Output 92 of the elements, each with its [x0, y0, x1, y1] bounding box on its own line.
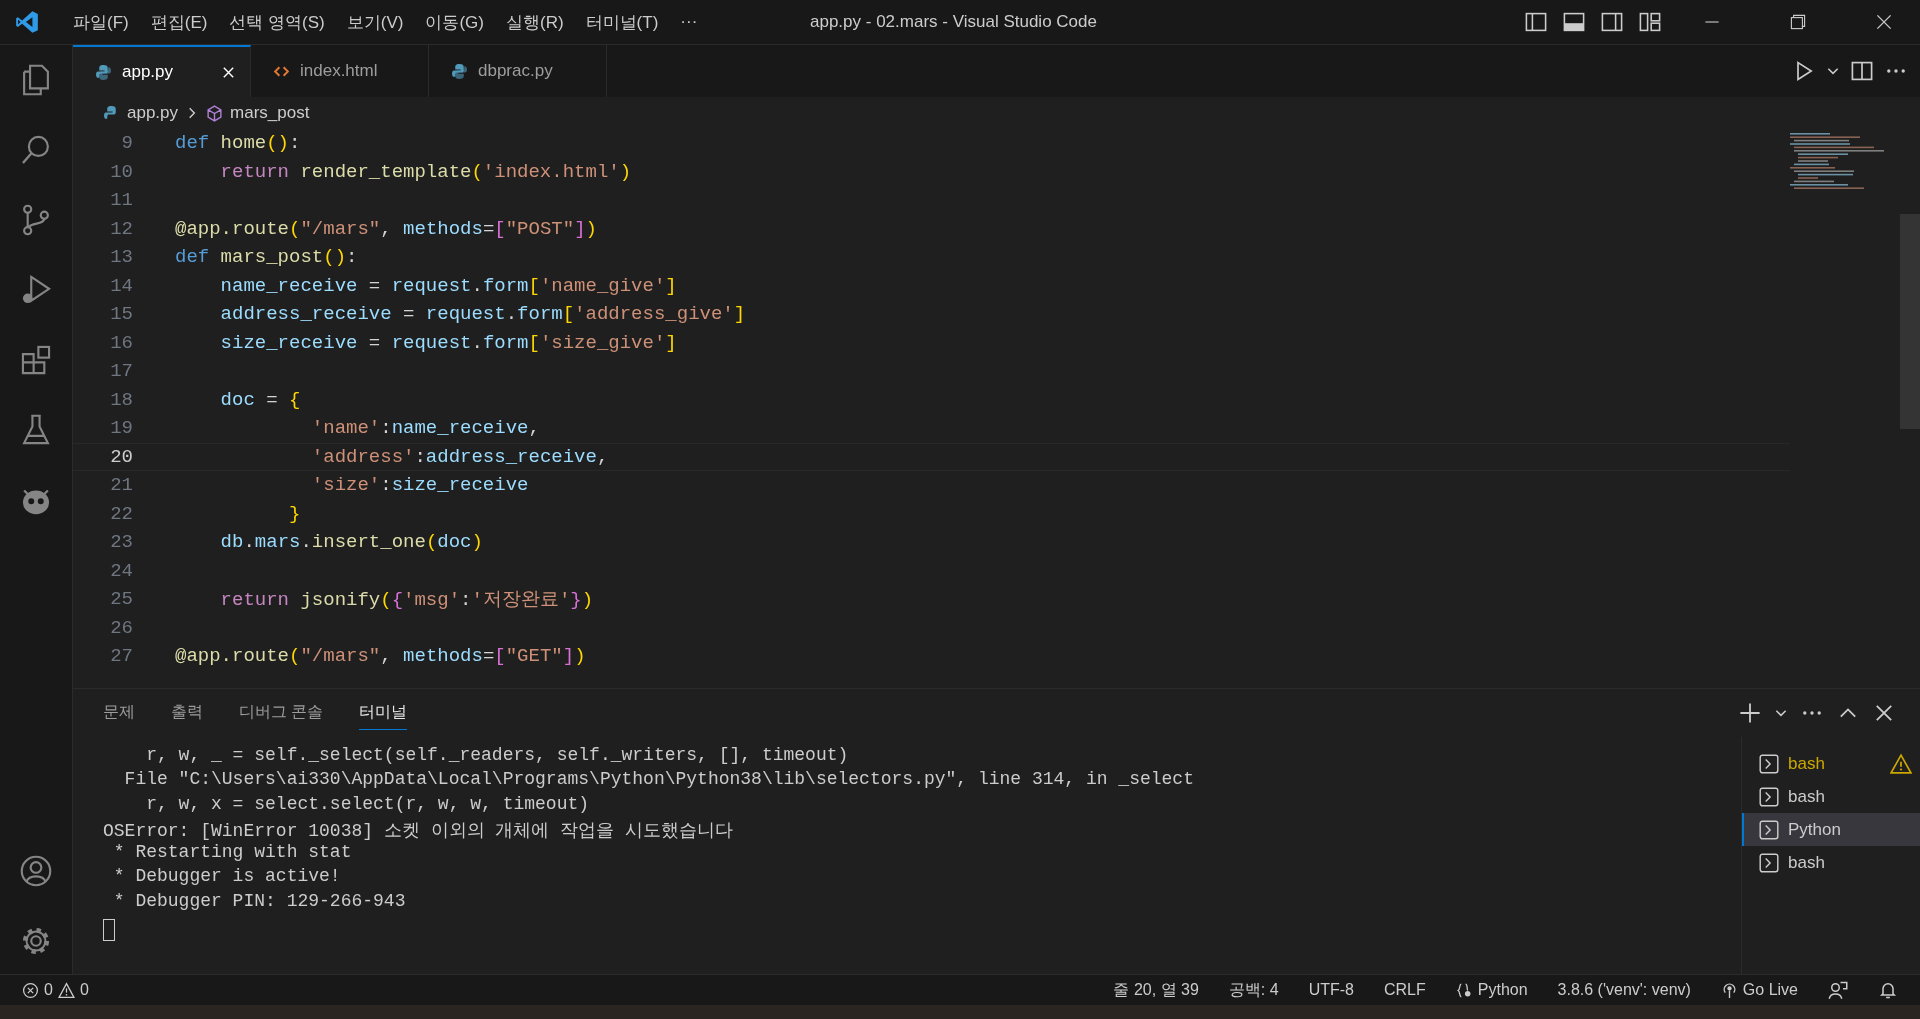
feedback-icon[interactable] [1828, 980, 1848, 1000]
status-item[interactable]: CRLF [1384, 981, 1426, 999]
line-number: 13 [109, 246, 133, 269]
line-number: 18 [109, 388, 133, 411]
menu-item[interactable]: 실행(R) [495, 10, 575, 34]
cube-icon [206, 104, 224, 122]
line-number: 9 [120, 132, 133, 155]
terminal-line: r, w, x = select.select(r, w, w, timeout) [145, 793, 591, 816]
code-line: return render_template('index.html') [219, 160, 632, 183]
panel-tab[interactable]: 터미널 [359, 696, 408, 730]
code-line: def mars_post(): [175, 246, 358, 269]
line-number: 14 [109, 274, 133, 297]
line-number: 22 [109, 502, 133, 525]
panel-tab[interactable]: 디버그 콘솔 [239, 696, 324, 730]
terminal-item[interactable]: Python [1742, 813, 1920, 846]
line-number: 19 [109, 417, 133, 440]
line-number: 10 [109, 160, 133, 183]
terminal-line: * Debugger PIN: 129-266-943 [112, 890, 407, 913]
terminal-line: * Restarting with stat [112, 842, 353, 865]
code-line: 'name':name_receive, [310, 417, 540, 440]
secondary-sidebar-icon[interactable] [1600, 10, 1624, 34]
code-line: size_receive = request.form['size_give'] [219, 331, 677, 354]
warning-icon [57, 981, 75, 999]
breadcrumb-item[interactable]: app.py [127, 103, 179, 123]
split-editor-icon[interactable] [1850, 59, 1874, 83]
window-title: app.py - 02.mars - Visual Studio Code [810, 12, 1097, 32]
sidebar-toggle-icon[interactable] [1524, 10, 1548, 34]
code-line: @app.route("/mars", methods=["POST"]) [175, 217, 597, 240]
terminal-icon [1758, 785, 1780, 808]
bell-icon[interactable] [1878, 980, 1898, 1000]
terminal-icon [1758, 851, 1780, 874]
code-line: db.mars.insert_one(doc) [219, 531, 483, 554]
warning-icon [1890, 752, 1912, 775]
code-line: } [288, 502, 301, 525]
terminal-line: * Debugger is active! [112, 866, 342, 889]
code-line: return jsonify({'msg':'저장완료'}) [219, 588, 594, 613]
terminal-line: OSError: [WinError 10038] 소켓 이외의 개체에 작업을 시도했습니다 [103, 819, 735, 843]
editor-tab[interactable]: app.py [73, 45, 251, 97]
breadcrumb-item[interactable]: mars_post [230, 103, 310, 123]
vscode-logo-icon [14, 9, 40, 35]
status-item[interactable]: 3.8.6 ('venv': venv) [1557, 981, 1691, 999]
layout-icon[interactable] [1638, 10, 1662, 34]
line-number: 26 [109, 616, 133, 639]
line-number: 17 [109, 360, 133, 383]
code-line: name_receive = request.form['name_give'] [219, 274, 677, 297]
menu-item[interactable]: ··· [669, 12, 709, 32]
line-number: 20 [109, 445, 133, 468]
code-line: 'size':size_receive [310, 474, 529, 497]
terminal-item[interactable]: bash [1742, 780, 1920, 813]
status-item[interactable]: UTF-8 [1308, 981, 1354, 999]
editor-tab[interactable]: index.html [251, 45, 429, 97]
code-line: @app.route("/mars", methods=["GET"]) [175, 645, 586, 668]
editor-tab[interactable]: dbprac.py [429, 45, 607, 97]
menu-item[interactable]: 터미널(T) [574, 10, 670, 34]
code-line: doc = { [219, 388, 301, 411]
line-number: 27 [109, 645, 133, 668]
terminal-item[interactable]: bash [1742, 846, 1920, 879]
error-icon [22, 981, 39, 999]
panel-toggle-icon[interactable] [1562, 10, 1586, 34]
terminal-line: File "C:\Users\ai330\AppData\Local\Programs\Python\Python38\lib\selectors.py", line 314, in _select [123, 769, 1195, 792]
braces-icon [1455, 981, 1473, 999]
plus-icon[interactable] [1738, 701, 1762, 725]
python-file-icon [451, 62, 468, 80]
menu-item[interactable]: 보기(V) [335, 10, 415, 34]
line-number: 15 [109, 303, 133, 326]
status-item[interactable]: 줄 20, 열 39 [1113, 979, 1199, 1001]
line-number: 11 [109, 189, 133, 212]
python-file-icon [95, 63, 112, 81]
problems-indicator[interactable]: 0 0 [22, 981, 89, 999]
line-number: 24 [109, 559, 133, 582]
terminal-icon [1758, 818, 1780, 841]
go-live-button[interactable]: Go Live [1720, 981, 1798, 999]
status-item[interactable]: 공백: 4 [1228, 979, 1279, 1001]
terminal-item[interactable]: bash [1742, 747, 1920, 780]
terminal-line: r, w, _ = self._select(self._readers, self._writers, [], timeout) [145, 745, 850, 767]
menu-item[interactable]: 선택 영역(S) [218, 10, 336, 34]
line-number: 25 [109, 588, 133, 611]
line-number: 23 [109, 531, 133, 554]
line-number: 12 [109, 217, 133, 240]
language-mode[interactable]: Python [1455, 981, 1528, 999]
terminal-cursor [103, 919, 115, 942]
panel-tab[interactable]: 문제 [103, 696, 135, 730]
code-line: def home(): [175, 132, 301, 155]
panel-tab[interactable]: 출력 [171, 696, 203, 730]
terminal-icon [1758, 752, 1780, 775]
line-number: 21 [109, 474, 133, 497]
code-line: address_receive = request.form['address_give'] [219, 303, 746, 326]
line-number: 16 [109, 331, 133, 354]
menu-item[interactable]: 편집(E) [139, 10, 219, 34]
code-line: 'address':address_receive, [310, 445, 609, 468]
menu-item[interactable]: 이동(G) [414, 10, 495, 34]
menu-item[interactable]: 파일(F) [62, 10, 140, 34]
